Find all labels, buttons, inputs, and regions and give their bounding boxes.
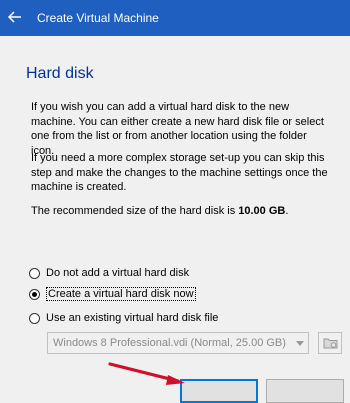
radio-create-disk[interactable]: Create a virtual hard disk now [29, 286, 196, 302]
radio-existing-disk[interactable]: Use an existing virtual hard disk file [29, 310, 218, 326]
recommended-size-value: 10.00 GB [238, 205, 286, 217]
radio-no-disk-label: Do not add a virtual hard disk [46, 267, 190, 279]
cancel-button[interactable] [266, 379, 344, 403]
choose-disk-file-button[interactable] [318, 332, 342, 354]
radio-no-disk[interactable]: Do not add a virtual hard disk [29, 265, 189, 281]
radio-create-disk-label: Create a virtual hard disk now [46, 287, 196, 301]
create-button[interactable] [180, 379, 258, 403]
recommended-size-prefix: The recommended size of the hard disk is [31, 205, 239, 217]
existing-disk-select[interactable]: Windows 8 Professional.vdi (Normal, 25.0… [47, 332, 309, 354]
title-bar: Create Virtual Machine [0, 0, 350, 36]
description-paragraph-2: If you need a more complex storage set-u… [31, 152, 328, 194]
page-heading: Hard disk [26, 65, 94, 82]
recommended-size-suffix: . [285, 205, 289, 217]
recommended-size-text: The recommended size of the hard disk is… [31, 204, 331, 219]
radio-existing-disk-label: Use an existing virtual hard disk file [46, 312, 219, 324]
annotation-arrow [108, 362, 185, 385]
wizard-page: Hard disk If you wish you can add a virt… [0, 36, 350, 403]
folder-icon [323, 338, 338, 349]
back-arrow-icon[interactable] [7, 9, 23, 25]
radio-button-checked[interactable] [29, 288, 40, 300]
radio-button[interactable] [29, 312, 40, 324]
window-title: Create Virtual Machine [37, 11, 159, 25]
existing-disk-selected: Windows 8 Professional.vdi (Normal, 25.0… [53, 337, 286, 349]
dropdown-arrow-icon [296, 341, 304, 346]
description-paragraph-1: If you wish you can add a virtual hard d… [31, 101, 324, 157]
radio-button[interactable] [29, 267, 40, 279]
